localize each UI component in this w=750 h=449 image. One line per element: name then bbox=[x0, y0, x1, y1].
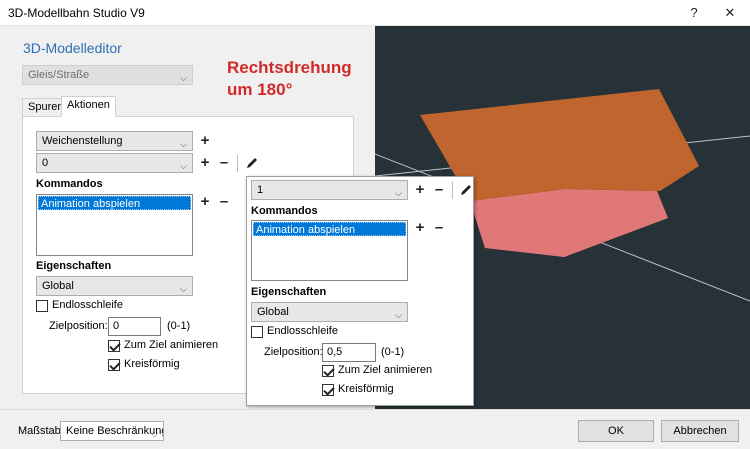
chevron-down-icon: ⌵ bbox=[151, 429, 158, 439]
category-dropdown: Gleis/Straße ⌵ bbox=[22, 65, 193, 85]
commands-list[interactable]: Animation abspielen bbox=[36, 194, 193, 256]
properties-dropdown[interactable]: Global ⌵ bbox=[251, 302, 408, 322]
chevron-down-icon: ⌵ bbox=[180, 139, 187, 149]
target-position-label: Zielposition: bbox=[49, 320, 108, 332]
commands-label: Kommandos bbox=[36, 178, 103, 190]
annotation-line-1: Rechtsdrehung bbox=[227, 58, 352, 77]
annotation-line-2: um 180° bbox=[227, 80, 293, 99]
endless-loop-checkbox[interactable] bbox=[36, 300, 48, 312]
target-range-label: (0-1) bbox=[167, 320, 191, 332]
state-1-panel: 1 ⌵ + – Kommandos Animation abspielen + … bbox=[246, 176, 474, 406]
properties-label: Eigenschaften bbox=[36, 260, 112, 272]
action-dropdown[interactable]: Weichenstellung ⌵ bbox=[36, 131, 193, 151]
commands-label: Kommandos bbox=[251, 205, 318, 217]
rotation-annotation: Rechtsdrehung um 180° bbox=[227, 57, 352, 101]
list-item[interactable]: Animation abspielen bbox=[253, 222, 406, 236]
footer-bar: Maßstab: Keine Beschränkung ⌵ OK Abbrech… bbox=[0, 409, 750, 449]
pencil-icon[interactable] bbox=[458, 182, 474, 198]
endless-loop-label: Endlosschleife bbox=[52, 299, 123, 311]
commands-list[interactable]: Animation abspielen bbox=[251, 220, 408, 281]
help-button[interactable]: ? bbox=[676, 0, 712, 26]
remove-state-button[interactable]: – bbox=[216, 155, 232, 171]
scale-value: Keine Beschränkung bbox=[66, 425, 164, 437]
action-value: Weichenstellung bbox=[42, 135, 123, 147]
target-range-label: (0-1) bbox=[381, 346, 405, 358]
properties-value: Global bbox=[42, 280, 74, 292]
chevron-down-icon: ⌵ bbox=[395, 188, 402, 198]
add-command-button[interactable]: + bbox=[197, 194, 213, 210]
scale-dropdown[interactable]: Keine Beschränkung ⌵ bbox=[60, 421, 164, 441]
add-action-button[interactable]: + bbox=[197, 133, 213, 149]
state-dropdown[interactable]: 1 ⌵ bbox=[251, 180, 408, 200]
animate-to-target-checkbox[interactable] bbox=[108, 340, 120, 352]
chevron-down-icon: ⌵ bbox=[395, 310, 402, 320]
properties-value: Global bbox=[257, 306, 289, 318]
state-value: 1 bbox=[257, 184, 264, 196]
remove-command-button[interactable]: – bbox=[431, 220, 447, 236]
animate-to-target-label: Zum Ziel animieren bbox=[124, 339, 219, 351]
model-lower-face bbox=[470, 189, 668, 257]
circular-checkbox[interactable] bbox=[322, 384, 334, 396]
target-position-label: Zielposition: bbox=[264, 346, 323, 358]
properties-dropdown[interactable]: Global ⌵ bbox=[36, 276, 193, 296]
pencil-icon[interactable] bbox=[244, 155, 260, 171]
tab-aktionen[interactable]: Aktionen bbox=[61, 96, 116, 117]
toolbar-separator bbox=[452, 182, 453, 199]
state-dropdown[interactable]: 0 ⌵ bbox=[36, 153, 193, 173]
properties-label: Eigenschaften bbox=[251, 286, 327, 298]
category-value: Gleis/Straße bbox=[28, 69, 90, 81]
add-command-button[interactable]: + bbox=[412, 220, 428, 236]
chevron-down-icon: ⌵ bbox=[180, 73, 187, 83]
animate-to-target-label: Zum Ziel animieren bbox=[338, 364, 433, 376]
window-title: 3D-Modellbahn Studio V9 bbox=[8, 6, 145, 20]
cancel-button[interactable]: Abbrechen bbox=[661, 420, 739, 442]
toolbar-separator bbox=[237, 155, 238, 172]
chevron-down-icon: ⌵ bbox=[180, 284, 187, 294]
circular-checkbox[interactable] bbox=[108, 359, 120, 371]
target-position-input[interactable]: 0 bbox=[108, 317, 161, 336]
editor-heading: 3D-Modelleditor bbox=[23, 40, 122, 56]
remove-command-button[interactable]: – bbox=[216, 194, 232, 210]
remove-state-button[interactable]: – bbox=[431, 182, 447, 198]
circular-label: Kreisförmig bbox=[124, 358, 180, 370]
add-state-button[interactable]: + bbox=[412, 182, 428, 198]
list-item[interactable]: Animation abspielen bbox=[38, 196, 191, 210]
title-bar: 3D-Modellbahn Studio V9 ? ✕ bbox=[0, 0, 750, 26]
animate-to-target-checkbox[interactable] bbox=[322, 365, 334, 377]
add-state-button[interactable]: + bbox=[197, 155, 213, 171]
endless-loop-label: Endlosschleife bbox=[267, 325, 338, 337]
ok-button[interactable]: OK bbox=[578, 420, 654, 442]
state-value: 0 bbox=[42, 157, 49, 169]
endless-loop-checkbox[interactable] bbox=[251, 326, 263, 338]
close-button[interactable]: ✕ bbox=[712, 0, 748, 26]
circular-label: Kreisförmig bbox=[338, 383, 394, 395]
scale-label: Maßstab: bbox=[18, 425, 64, 437]
chevron-down-icon: ⌵ bbox=[180, 161, 187, 171]
target-position-input[interactable]: 0,5 bbox=[322, 343, 376, 362]
